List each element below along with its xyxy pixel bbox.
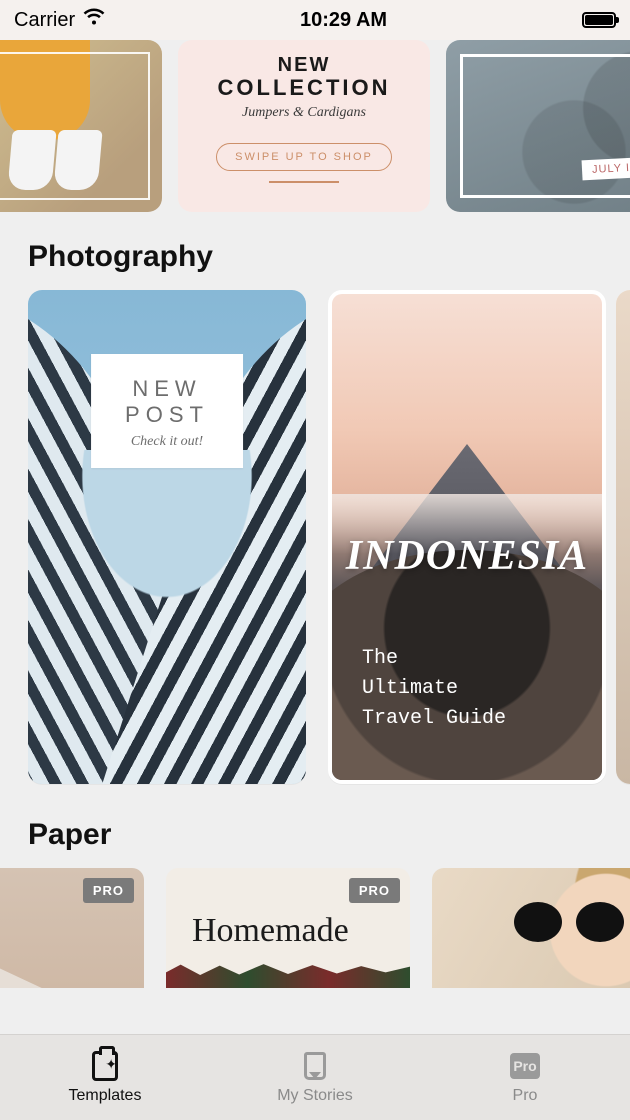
template-card-indonesia[interactable]: INDONESIA The Ultimate Travel Guide	[328, 290, 606, 784]
template-card-collection[interactable]: NEW COLLECTION Jumpers & Cardigans SWIPE…	[178, 40, 430, 212]
section-title-photography: Photography	[0, 230, 630, 290]
tab-label: Pro	[513, 1087, 538, 1105]
template-card-tutorial[interactable]: PRO new tutorial	[0, 868, 144, 988]
tab-label: Templates	[69, 1087, 142, 1105]
newpost-label-box: NEW POST Check it out!	[91, 354, 243, 468]
template-card-homemade[interactable]: PRO Homemade	[166, 868, 410, 988]
pro-badge: PRO	[83, 878, 134, 903]
indonesia-title: INDONESIA	[332, 532, 602, 580]
top-templates-row[interactable]: utumn ection P TO SHOP NEW COLLECTION Ju…	[0, 40, 630, 230]
templates-icon: ✦	[90, 1051, 120, 1081]
status-bar: Carrier 10:29 AM	[0, 0, 630, 40]
newpost-subtitle: Check it out!	[125, 434, 209, 450]
template-card-newpost[interactable]: NEW POST Check it out!	[28, 290, 306, 784]
template-card-portrait[interactable]	[432, 868, 630, 988]
template-card-peek[interactable]	[616, 290, 630, 784]
sunglasses-icon	[514, 902, 624, 942]
tab-pro[interactable]: Pro Pro	[420, 1035, 630, 1120]
templates-scroll[interactable]: utumn ection P TO SHOP NEW COLLECTION Ju…	[0, 40, 630, 1034]
tab-my-stories[interactable]: My Stories	[210, 1035, 420, 1120]
template-title-line1: NEW	[278, 54, 331, 77]
photography-row[interactable]: NEW POST Check it out! INDONESIA The Ult…	[0, 290, 630, 808]
template-card-july[interactable]: JULY ISSUE	[446, 40, 630, 212]
template-card-autumn[interactable]: utumn ection P TO SHOP	[0, 40, 162, 212]
template-title-line2: COLLECTION	[218, 75, 391, 101]
template-label: JULY ISSUE	[582, 156, 630, 181]
pro-icon: Pro	[510, 1051, 540, 1081]
indonesia-subtitle: The Ultimate Travel Guide	[362, 644, 506, 734]
battery-icon	[582, 12, 616, 28]
tab-label: My Stories	[277, 1087, 353, 1105]
pro-badge: PRO	[349, 878, 400, 903]
wifi-icon	[83, 8, 105, 32]
homemade-text: Homemade	[192, 912, 349, 950]
template-subtitle: Jumpers & Cardigans	[242, 105, 366, 121]
newpost-title: NEW POST	[125, 376, 209, 428]
tab-bar: ✦ Templates My Stories Pro Pro	[0, 1034, 630, 1120]
bookmark-icon	[300, 1051, 330, 1081]
clock: 10:29 AM	[300, 9, 387, 32]
carrier-label: Carrier	[14, 9, 75, 32]
tab-templates[interactable]: ✦ Templates	[0, 1035, 210, 1120]
paper-row[interactable]: PRO new tutorial PRO Homemade	[0, 868, 630, 988]
swipe-cta: SWIPE UP TO SHOP	[216, 143, 392, 171]
section-title-paper: Paper	[0, 808, 630, 868]
